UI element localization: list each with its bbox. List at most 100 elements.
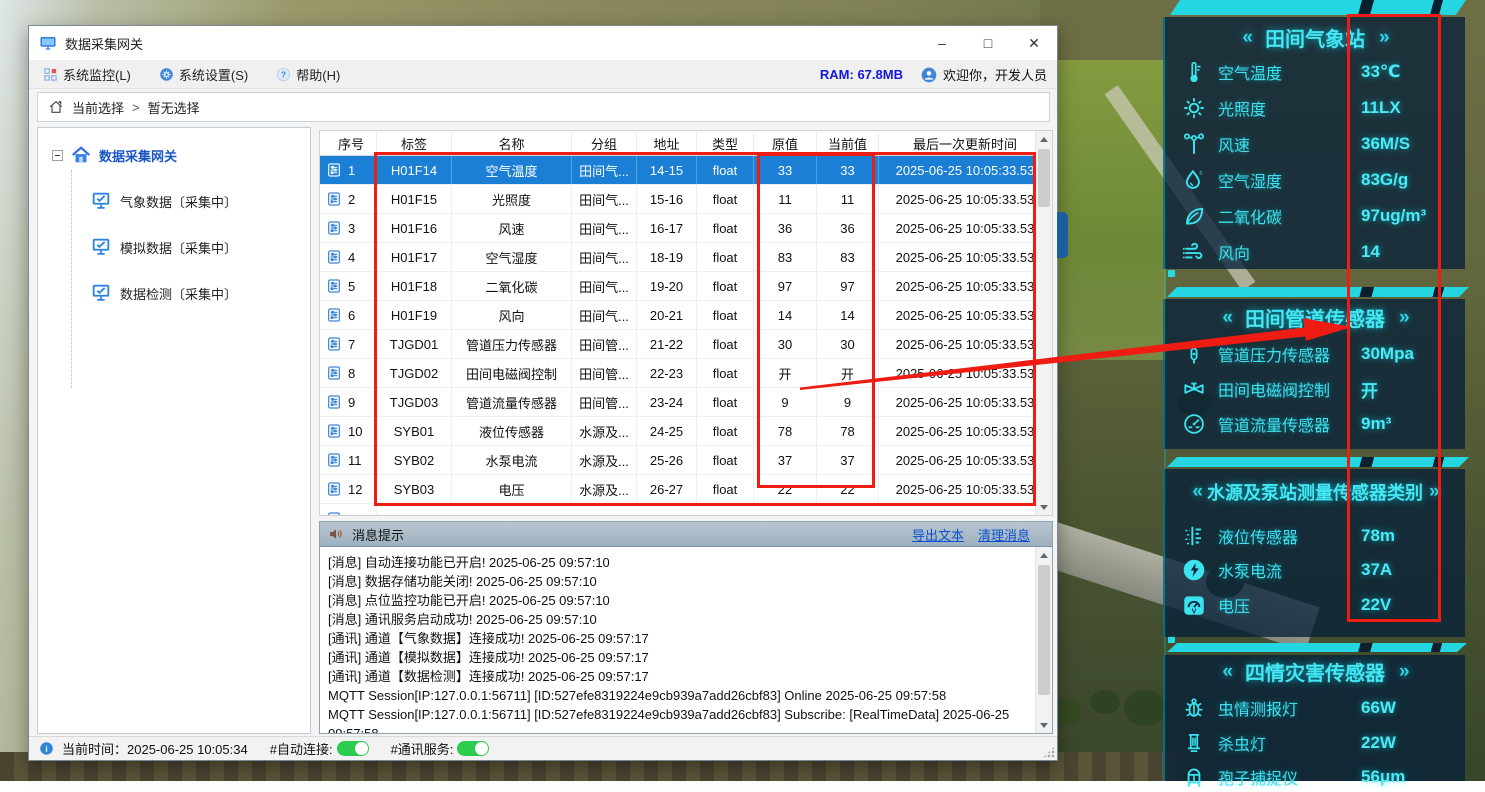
svg-text:c: c — [1199, 170, 1203, 177]
col-header-group[interactable]: 分组 — [572, 131, 637, 155]
table-row[interactable]: 6H01F19风向田间气...20-21float14142025-06-25 … — [320, 301, 1052, 330]
table-scrollbar[interactable] — [1035, 131, 1052, 515]
panel-prev-icon[interactable]: « — [1192, 481, 1201, 503]
cell-cur: 37 — [840, 453, 854, 468]
cell-tag: H01F17 — [391, 250, 437, 265]
table-row[interactable]: 8TJGD02田间电磁阀控制田间管...22-23float开开2025-06-… — [320, 359, 1052, 388]
cell-tag: SYB03 — [394, 482, 434, 497]
scroll-up-icon[interactable] — [1036, 547, 1052, 563]
export-text-link[interactable]: 导出文本 — [912, 525, 964, 544]
menu-help[interactable]: ? 帮助(H) — [262, 60, 354, 88]
menu-help-label: 帮助(H) — [296, 65, 340, 84]
panel-prev-icon[interactable]: « — [1222, 307, 1231, 329]
home-solid-icon — [70, 144, 92, 166]
sensor-value: 66W — [1361, 698, 1396, 718]
message-scrollbar[interactable] — [1035, 547, 1052, 733]
collapse-icon[interactable] — [52, 150, 63, 161]
cell-grp: 田间管... — [579, 364, 629, 383]
sensor-value: 83G/g — [1361, 170, 1408, 190]
side-panel-handle[interactable] — [1057, 212, 1068, 258]
menu-system-monitor[interactable]: 系统监控(L) — [29, 60, 145, 88]
tree-node-analog[interactable]: 模拟数据〔采集中〕 — [90, 236, 310, 258]
cell-cur: 开 — [841, 364, 854, 383]
cell-tag: TJGD02 — [390, 366, 438, 381]
panel-prev-icon[interactable]: « — [1222, 661, 1231, 683]
scroll-up-icon[interactable] — [1036, 131, 1052, 147]
cell-tag: H01F19 — [391, 308, 437, 323]
table-row[interactable]: 3H01F16风速田间气...16-17float36362025-06-25 … — [320, 214, 1052, 243]
tree-root-node[interactable]: 数据采集网关 — [52, 144, 310, 166]
question-icon: ? — [276, 67, 291, 82]
message-scroll-thumb[interactable] — [1038, 565, 1050, 695]
menu-system-settings[interactable]: 系统设置(S) — [145, 60, 262, 88]
cell-time: 2025-06-25 10:05:33.53 — [896, 163, 1035, 178]
point-row-icon — [326, 394, 342, 410]
hud-deco-bar — [1167, 287, 1469, 297]
col-header-index[interactable]: 序号 — [320, 131, 377, 155]
col-header-tag[interactable]: 标签 — [377, 131, 452, 155]
col-header-type[interactable]: 类型 — [697, 131, 754, 155]
clear-messages-link[interactable]: 清理消息 — [978, 525, 1030, 544]
hud-deco-bar — [1167, 457, 1469, 467]
cell-time: 2025-06-25 10:05:33.53 — [896, 250, 1035, 265]
resize-grip[interactable] — [1043, 746, 1055, 758]
ram-value: 67.8MB — [857, 67, 903, 82]
auto-connect-toggle[interactable] — [337, 741, 369, 756]
table-row[interactable]: 5H01F18二氧化碳田间气...19-20float97972025-06-2… — [320, 272, 1052, 301]
scroll-down-icon[interactable] — [1036, 499, 1052, 515]
user-welcome[interactable]: 欢迎你，开发人员 — [921, 65, 1047, 84]
table-body: 1H01F14空气温度田间气...14-15float33332025-06-2… — [320, 156, 1052, 504]
cell-orig: 37 — [778, 453, 792, 468]
table-row[interactable]: 9TJGD03管道流量传感器田间管...23-24float992025-06-… — [320, 388, 1052, 417]
cell-grp: 田间气... — [579, 248, 629, 267]
col-header-original[interactable]: 原值 — [754, 131, 817, 155]
cell-name: 水泵电流 — [485, 451, 537, 470]
panel-next-icon[interactable]: » — [1399, 307, 1408, 329]
col-header-current[interactable]: 当前值 — [817, 131, 879, 155]
comm-service-toggle[interactable] — [457, 741, 489, 756]
cell-tag: H01F14 — [391, 163, 437, 178]
minimize-button[interactable]: – — [919, 26, 965, 60]
sensor-label: 电压 — [1218, 593, 1250, 617]
close-button[interactable]: ✕ — [1011, 26, 1057, 60]
cell-type: float — [713, 424, 738, 439]
message-panel: 消息提示 导出文本 清理消息 [消息] 自动连接功能已开启! 2025-06-2… — [319, 521, 1053, 734]
tree-node-weather[interactable]: 气象数据〔采集中〕 — [90, 190, 310, 212]
cell-time: 2025-06-25 10:05:33.53 — [896, 192, 1035, 207]
monitor-grid-icon — [43, 67, 58, 82]
table-row[interactable]: 11SYB02水泵电流水源及...25-26float37372025-06-2… — [320, 446, 1052, 475]
table-row[interactable]: 12SYB03电压水源及...26-27float22222025-06-25 … — [320, 475, 1052, 504]
sensor-label: 管道流量传感器 — [1218, 412, 1330, 436]
panel-next-icon[interactable]: » — [1379, 27, 1388, 49]
hud-deco-bar — [1170, 0, 1466, 15]
panel-title: 田间管道传感器 — [1245, 303, 1385, 332]
cell-idx: 1 — [348, 163, 355, 178]
table-row[interactable]: 1H01F14空气温度田间气...14-15float33332025-06-2… — [320, 156, 1052, 185]
col-header-name[interactable]: 名称 — [452, 131, 572, 155]
scroll-down-icon[interactable] — [1036, 717, 1052, 733]
maximize-button[interactable]: □ — [965, 26, 1011, 60]
col-header-updated[interactable]: 最后一次更新时间 — [879, 131, 1052, 155]
cell-name: 风向 — [498, 306, 524, 325]
panel-prev-icon[interactable]: « — [1242, 27, 1251, 49]
thermometer-icon — [1179, 59, 1209, 85]
table-scroll-thumb[interactable] — [1038, 149, 1050, 207]
table-row[interactable]: 10SYB01液位传感器水源及...24-25float78782025-06-… — [320, 417, 1052, 446]
cell-time: 2025-06-25 10:05:33.53 — [896, 366, 1035, 381]
sensor-value: 9m³ — [1361, 414, 1391, 434]
cell-orig: 9 — [781, 395, 788, 410]
table-row[interactable]: 2H01F15光照度田间气...15-16float11112025-06-25… — [320, 185, 1052, 214]
log-line: [消息] 通讯服务启动成功! 2025-06-25 09:57:10 — [328, 610, 1027, 629]
table-row[interactable]: 4H01F17空气湿度田间气...18-19float83832025-06-2… — [320, 243, 1052, 272]
table-row[interactable]: 7TJGD01管道压力传感器田间管...21-22float30302025-0… — [320, 330, 1052, 359]
cell-cur: 14 — [840, 308, 854, 323]
sensor-label: 虫情测报灯 — [1218, 696, 1298, 720]
col-header-address[interactable]: 地址 — [637, 131, 697, 155]
panel-next-icon[interactable]: » — [1429, 481, 1438, 503]
sensor-value: 56μm — [1361, 767, 1405, 787]
flow-meter-icon — [1179, 411, 1209, 437]
tree-node-detect[interactable]: 数据检测〔采集中〕 — [90, 282, 310, 304]
solenoid-valve-icon — [1179, 376, 1209, 402]
panel-next-icon[interactable]: » — [1399, 661, 1408, 683]
home-icon[interactable] — [48, 99, 64, 115]
